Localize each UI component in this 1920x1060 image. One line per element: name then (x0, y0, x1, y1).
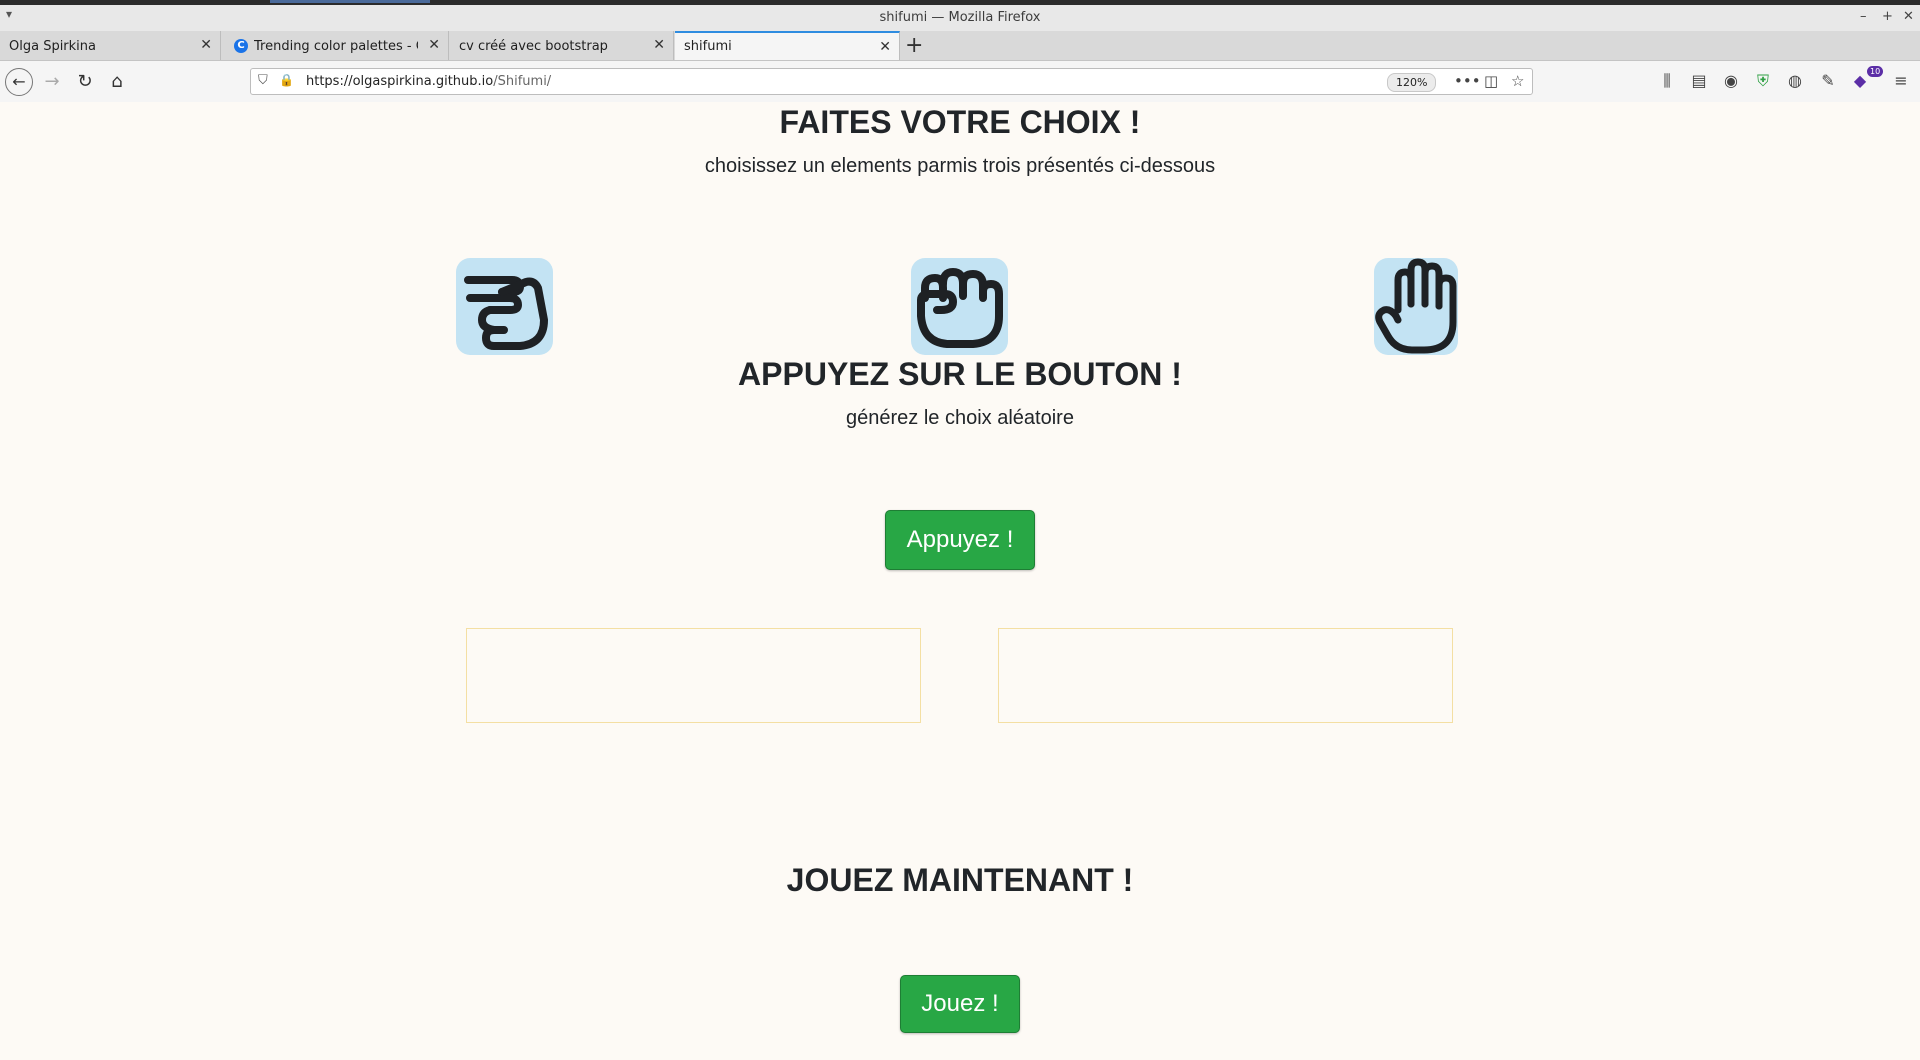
choice-paper[interactable] (1374, 258, 1458, 355)
heading-press-button: APPUYEZ SUR LE BOUTON ! (738, 356, 1182, 392)
close-tab-icon[interactable]: ✕ (200, 37, 212, 53)
globe-extension-icon[interactable]: ◍ (1784, 71, 1806, 90)
minimize-icon[interactable]: – (1860, 9, 1867, 24)
shield-extension-icon[interactable]: ⛨ (1752, 71, 1774, 91)
result-box-right (998, 628, 1453, 723)
new-tab-icon[interactable]: + (905, 33, 923, 58)
sidebar-icon[interactable]: ▤ (1688, 71, 1710, 90)
bookmark-star-icon[interactable]: ☆ (1511, 72, 1524, 90)
page-body: FAITES VOTRE CHOIX ! choisissez un eleme… (0, 102, 1920, 1060)
play-button[interactable]: Jouez ! (900, 975, 1020, 1033)
reload-icon[interactable]: ↻ (72, 69, 98, 95)
eyedropper-extension-icon[interactable]: ✎ (1817, 71, 1839, 90)
account-icon[interactable]: ◉ (1720, 71, 1742, 90)
lock-icon[interactable]: 🔒 (279, 73, 294, 87)
maximize-icon[interactable]: + (1882, 9, 1893, 24)
tab-cv-bootstrap[interactable]: cv créé avec bootstrap ✕ (450, 31, 674, 60)
tab-strip: Olga Spirkina ✕ C Trending color palettes… (0, 31, 1920, 61)
close-tab-icon[interactable]: ✕ (428, 37, 440, 53)
library-icon[interactable]: ⫼ (1656, 71, 1678, 91)
tab-shifumi[interactable]: shifumi ✕ (675, 31, 900, 60)
extension-badge: 10 (1867, 66, 1884, 77)
window-title: shifumi — Mozilla Firefox (879, 10, 1041, 25)
close-tab-icon[interactable]: ✕ (653, 37, 665, 53)
press-button[interactable]: Appuyez ! (885, 510, 1035, 570)
subtitle-choose: choisissez un elements parmis trois prés… (704, 155, 1216, 177)
tracking-shield-icon[interactable]: ⛉ (258, 73, 268, 88)
heading-choose: FAITES VOTRE CHOIX ! (779, 104, 1141, 140)
home-icon[interactable]: ⌂ (104, 69, 130, 95)
back-icon[interactable]: ← (5, 68, 33, 96)
choice-rock[interactable] (911, 258, 1008, 355)
coolors-favicon-icon: C (234, 39, 248, 53)
zoom-indicator[interactable]: 120% (1387, 73, 1437, 92)
close-tab-icon[interactable]: ✕ (879, 39, 891, 55)
navigation-toolbar: ← → ↻ ⌂ ⛉ 🔒 https://olgaspirkina.github.… (0, 61, 1920, 103)
tab-olga-spirkina[interactable]: Olga Spirkina ✕ (0, 31, 221, 60)
url-text: https://olgaspirkina.github.io/Shifumi/ (306, 74, 552, 89)
subtitle-random: générez le choix aléatoire (846, 407, 1074, 429)
close-window-icon[interactable]: ✕ (1903, 9, 1914, 24)
page-actions-icon[interactable]: ••• (1454, 72, 1481, 90)
menu-hamburger-icon[interactable]: ≡ (1890, 71, 1912, 90)
result-box-left (466, 628, 921, 723)
address-bar[interactable]: ⛉ 🔒 https://olgaspirkina.github.io/Shifu… (250, 68, 1533, 95)
scissors-hand-icon (464, 276, 548, 350)
heading-play-now: JOUEZ MAINTENANT ! (786, 862, 1134, 898)
fist-icon (917, 268, 1003, 348)
choice-scissors[interactable] (456, 258, 553, 355)
open-hand-icon (1375, 258, 1457, 354)
title-bar: ▾ shifumi — Mozilla Firefox – + ✕ (0, 5, 1920, 31)
tab-coolors[interactable]: CTrending color palettes - Coolors ✕ (225, 31, 449, 60)
forward-icon[interactable]: → (39, 69, 65, 95)
pocket-icon[interactable]: ◫ (1484, 72, 1498, 90)
